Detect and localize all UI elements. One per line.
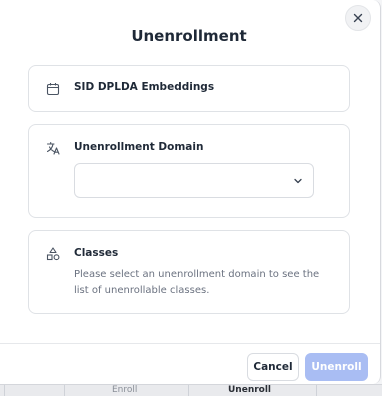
language-icon bbox=[46, 141, 60, 155]
unenrollment-domain-select[interactable] bbox=[74, 163, 314, 198]
background-enroll-cell: Enroll bbox=[112, 385, 138, 395]
column-divider bbox=[316, 385, 317, 396]
dialog-title: Unenrollment bbox=[131, 27, 247, 45]
unenrollment-dialog: Unenrollment SID DPLDA Embeddings Unenro… bbox=[0, 0, 381, 384]
calendar-icon bbox=[46, 83, 60, 96]
background-table-strip: Enroll Unenroll bbox=[0, 384, 382, 396]
close-icon bbox=[353, 13, 363, 23]
column-divider bbox=[64, 385, 65, 396]
chevron-down-icon bbox=[294, 178, 302, 184]
classes-description: Please select an unenrollment domain to … bbox=[74, 269, 320, 296]
unenroll-button[interactable]: Unenroll bbox=[305, 353, 368, 381]
classes-card: Classes Please select an unenrollment do… bbox=[28, 230, 350, 314]
domain-label: Unenrollment Domain bbox=[74, 141, 204, 153]
column-divider bbox=[4, 385, 5, 396]
footer-divider bbox=[0, 343, 380, 344]
shapes-icon bbox=[46, 247, 60, 261]
model-name: SID DPLDA Embeddings bbox=[74, 81, 215, 93]
cancel-button[interactable]: Cancel bbox=[247, 353, 299, 381]
model-card: SID DPLDA Embeddings bbox=[28, 65, 350, 112]
background-unenroll-cell: Unenroll bbox=[228, 385, 272, 395]
classes-label: Classes bbox=[74, 247, 119, 259]
domain-card: Unenrollment Domain bbox=[28, 124, 350, 218]
column-divider bbox=[188, 385, 189, 396]
